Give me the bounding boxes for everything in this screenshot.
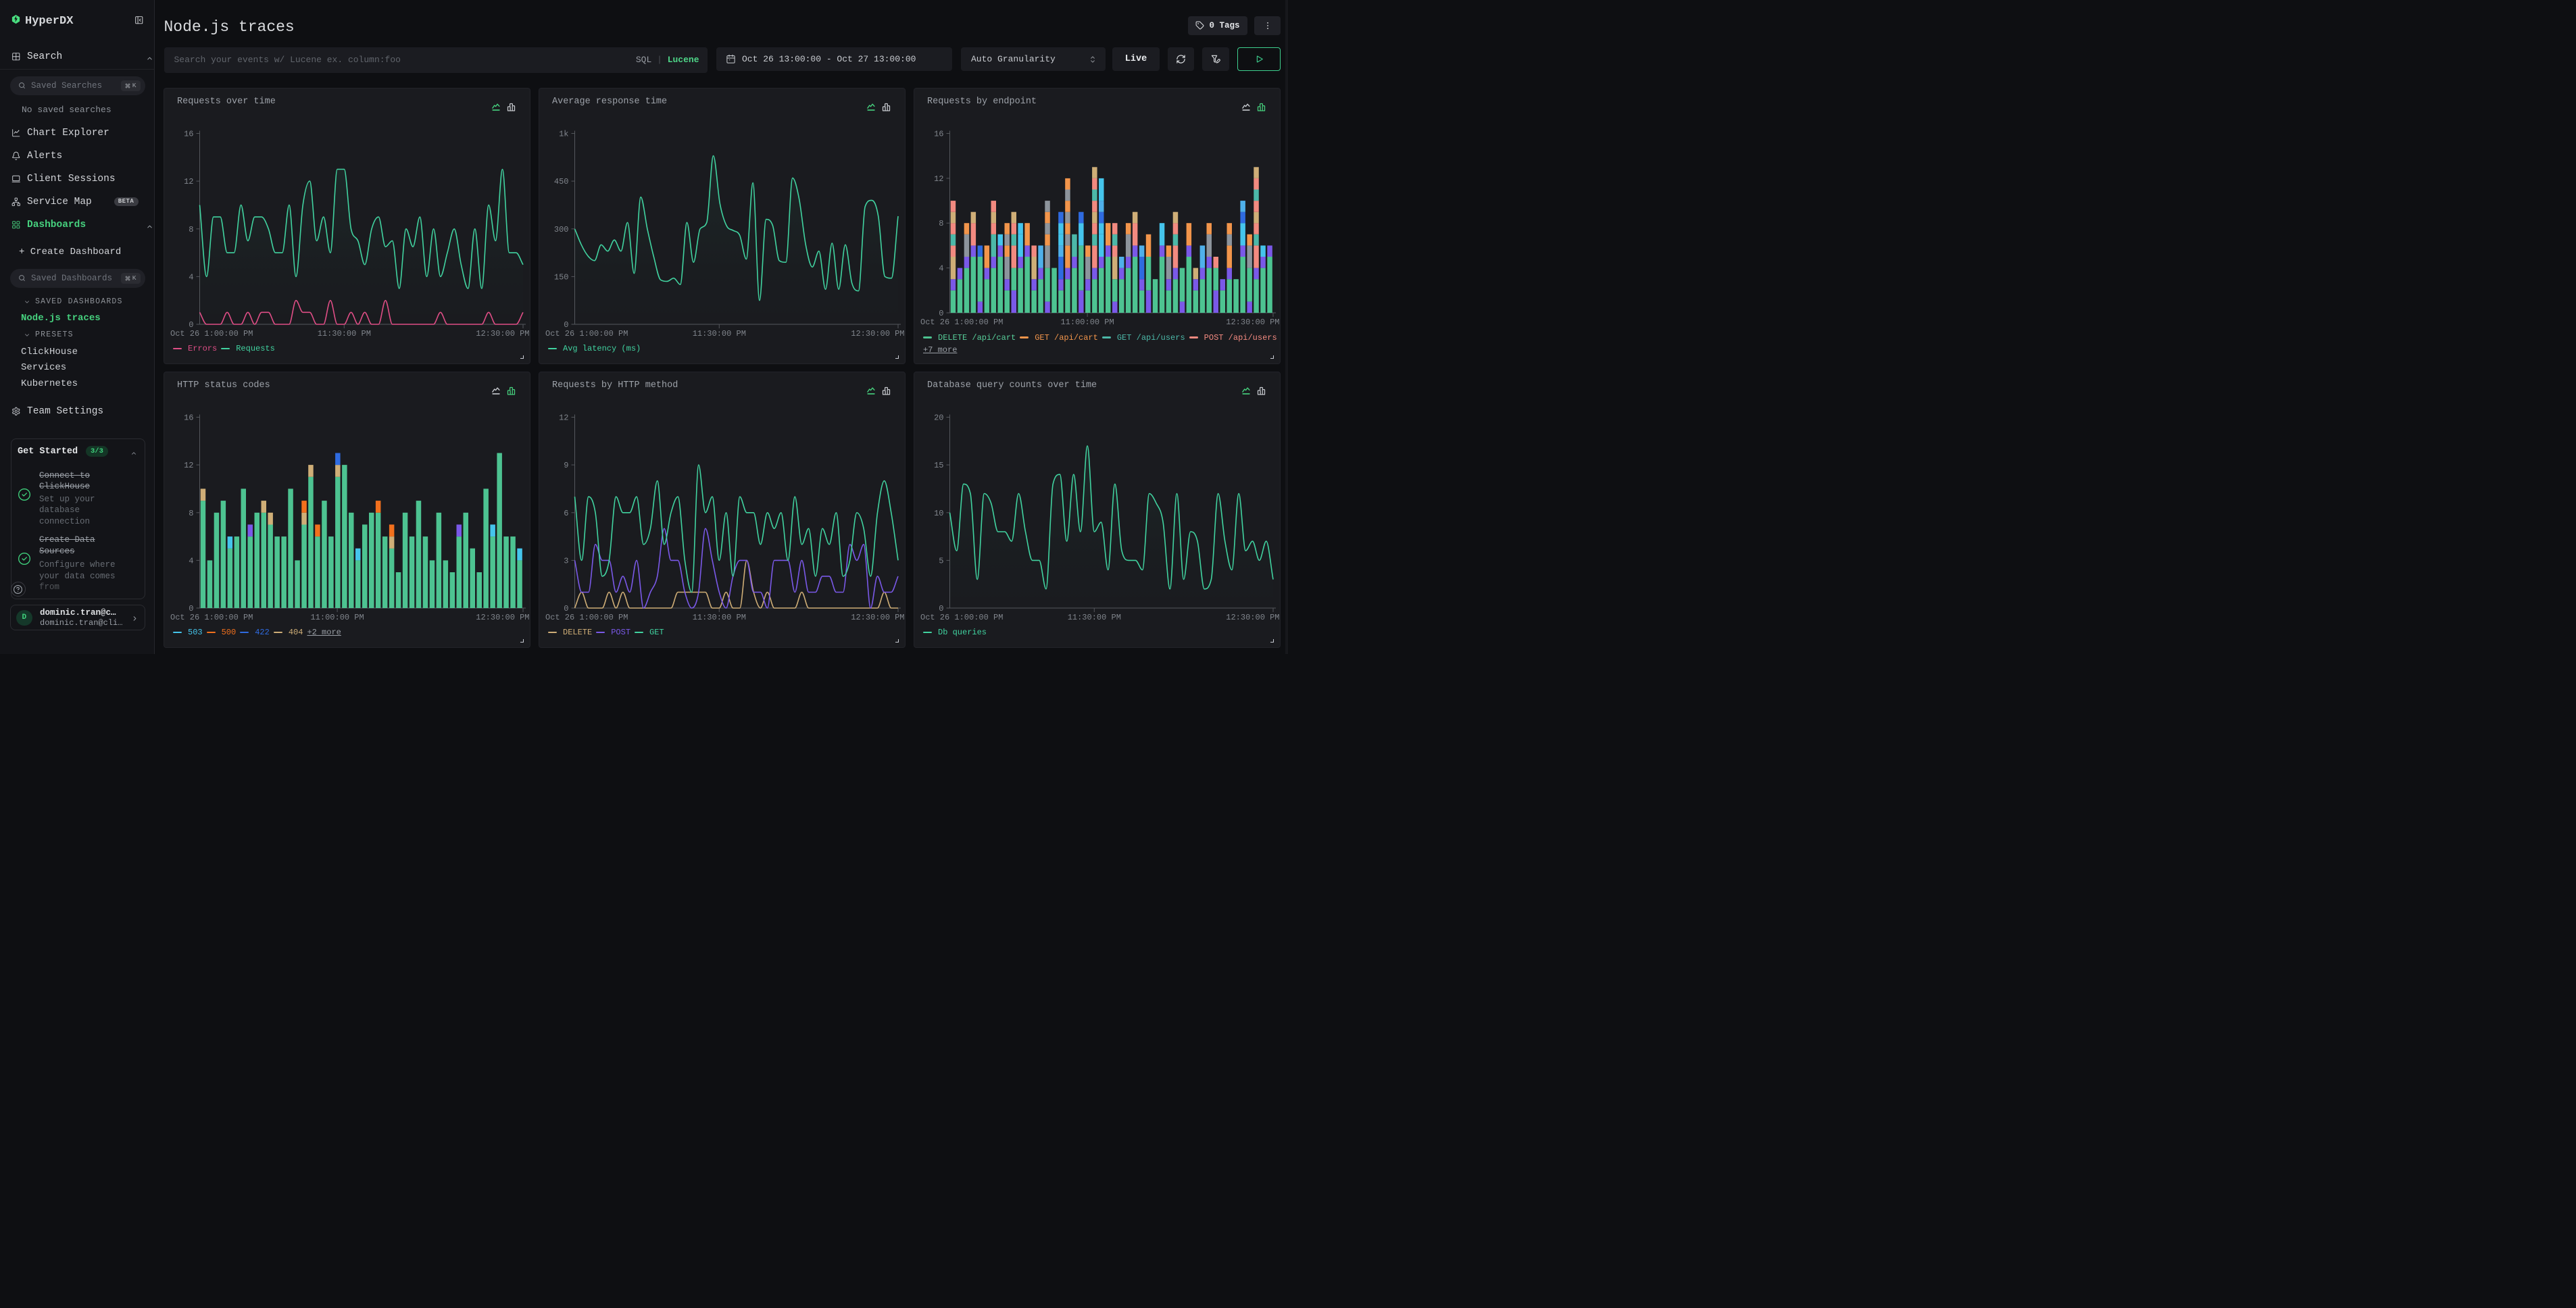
svg-text:10: 10: [934, 509, 943, 518]
svg-text:9: 9: [564, 461, 568, 470]
svg-text:150: 150: [553, 272, 568, 282]
svg-text:5: 5: [939, 556, 943, 565]
svg-text:15: 15: [934, 461, 943, 470]
svg-text:1k: 1k: [559, 130, 568, 139]
svg-text:0: 0: [939, 604, 943, 613]
svg-text:11:00:00 PM: 11:00:00 PM: [1060, 318, 1114, 327]
svg-text:300: 300: [553, 225, 568, 234]
svg-text:0: 0: [564, 604, 568, 613]
svg-text:11:00:00 PM: 11:00:00 PM: [310, 613, 364, 622]
svg-text:11:30:00 PM: 11:30:00 PM: [692, 613, 745, 622]
svg-text:11:30:00 PM: 11:30:00 PM: [1067, 613, 1120, 622]
svg-text:Oct 26 1:00:00 PM: Oct 26 1:00:00 PM: [920, 613, 1003, 622]
svg-text:Oct 26 1:00:00 PM: Oct 26 1:00:00 PM: [545, 329, 628, 338]
svg-text:12:30:00 PM: 12:30:00 PM: [476, 613, 529, 622]
svg-text:6: 6: [564, 509, 568, 518]
svg-text:Oct 26 1:00:00 PM: Oct 26 1:00:00 PM: [920, 318, 1003, 327]
svg-text:Oct 26 1:00:00 PM: Oct 26 1:00:00 PM: [170, 613, 253, 622]
svg-text:12: 12: [559, 413, 568, 423]
svg-text:12:30:00 PM: 12:30:00 PM: [1226, 613, 1279, 622]
svg-text:4: 4: [189, 272, 193, 282]
svg-text:0: 0: [564, 320, 568, 330]
svg-text:Oct 26 1:00:00 PM: Oct 26 1:00:00 PM: [545, 613, 628, 622]
svg-text:4: 4: [189, 556, 193, 565]
svg-text:12:30:00 PM: 12:30:00 PM: [1226, 318, 1279, 327]
svg-text:11:30:00 PM: 11:30:00 PM: [317, 329, 370, 338]
svg-text:0: 0: [939, 309, 943, 318]
svg-text:0: 0: [189, 604, 193, 613]
svg-text:16: 16: [184, 413, 193, 423]
svg-text:20: 20: [934, 413, 943, 423]
svg-text:12: 12: [934, 174, 943, 184]
svg-text:16: 16: [934, 130, 943, 139]
svg-text:12: 12: [184, 177, 193, 186]
svg-text:450: 450: [553, 177, 568, 186]
svg-text:0: 0: [189, 320, 193, 330]
svg-text:11:30:00 PM: 11:30:00 PM: [692, 329, 745, 338]
svg-text:12:30:00 PM: 12:30:00 PM: [851, 329, 904, 338]
svg-text:12:30:00 PM: 12:30:00 PM: [476, 329, 529, 338]
svg-text:3: 3: [564, 556, 568, 565]
svg-text:Oct 26 1:00:00 PM: Oct 26 1:00:00 PM: [170, 329, 253, 338]
svg-text:8: 8: [189, 509, 193, 518]
svg-text:8: 8: [189, 225, 193, 234]
svg-text:16: 16: [184, 130, 193, 139]
svg-text:12:30:00 PM: 12:30:00 PM: [851, 613, 904, 622]
svg-text:8: 8: [939, 219, 943, 228]
svg-text:4: 4: [939, 264, 943, 274]
svg-text:12: 12: [184, 461, 193, 470]
